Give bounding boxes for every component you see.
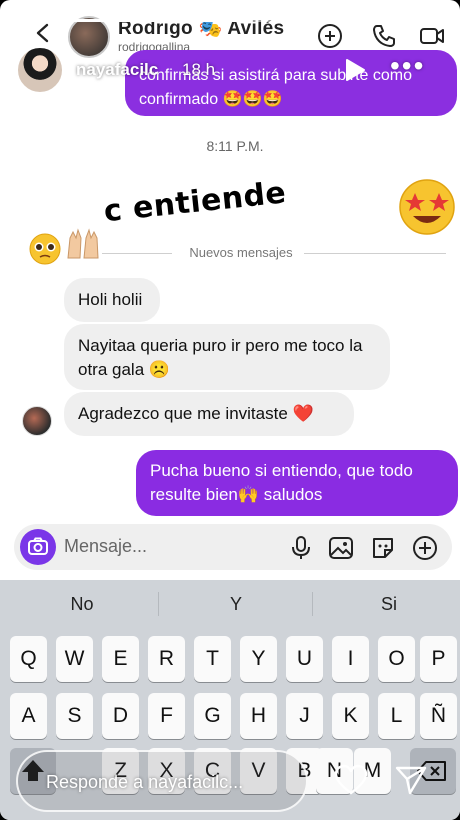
camera-button[interactable]: [20, 529, 56, 565]
key[interactable]: J: [286, 693, 323, 739]
message-timestamp: 8:11 P.M.: [206, 138, 264, 154]
story-reply-placeholder: Responde a nayafacilc...: [46, 772, 244, 792]
key[interactable]: T: [194, 636, 231, 682]
new-messages-label: Nuevos mensajes: [189, 245, 293, 260]
key[interactable]: I: [332, 636, 369, 682]
story-author-avatar[interactable]: [16, 46, 64, 94]
suggestion-item[interactable]: No: [42, 594, 122, 615]
key[interactable]: E: [102, 636, 139, 682]
suggestion-item[interactable]: Y: [196, 594, 276, 615]
message-bubble-outgoing[interactable]: Pucha bueno si entiendo, que todo result…: [136, 450, 458, 516]
story-reply-input[interactable]: Responde a nayafacilc...: [16, 750, 308, 812]
story-header: nayafacilc 18 h •••: [0, 46, 460, 96]
camera-icon: [28, 537, 48, 555]
play-icon[interactable]: [344, 58, 366, 82]
message-input[interactable]: Mensaje...: [64, 536, 147, 557]
key[interactable]: Y: [240, 636, 277, 682]
key[interactable]: R: [148, 636, 185, 682]
key[interactable]: F: [148, 693, 185, 739]
heart-icon[interactable]: [334, 764, 368, 796]
message-text: Agradezco que me invitaste ❤️: [78, 404, 314, 423]
key[interactable]: A: [10, 693, 47, 739]
more-options-icon[interactable]: •••: [390, 52, 426, 82]
key[interactable]: L: [378, 693, 415, 739]
key[interactable]: S: [56, 693, 93, 739]
story-sticker-text: c entiende: [96, 174, 294, 230]
divider-line: [304, 253, 446, 254]
key[interactable]: G: [194, 693, 231, 739]
key[interactable]: Ñ: [420, 693, 457, 739]
suggestion-separator: [158, 592, 159, 616]
suggestion-separator: [312, 592, 313, 616]
suggestion-item[interactable]: Si: [349, 594, 429, 615]
add-icon[interactable]: [412, 535, 438, 561]
key[interactable]: D: [102, 693, 139, 739]
back-arrow-icon[interactable]: [32, 22, 54, 44]
microphone-icon[interactable]: [288, 535, 314, 561]
key[interactable]: K: [332, 693, 369, 739]
key[interactable]: P: [420, 636, 457, 682]
key[interactable]: Q: [10, 636, 47, 682]
keyboard-suggestions: No Y Si: [0, 580, 460, 628]
story-author-name[interactable]: nayafacilc: [76, 60, 158, 80]
key[interactable]: W: [56, 636, 93, 682]
screen: Rodrigo 🎭 Avilés rodrigogallina confirma…: [0, 0, 460, 820]
message-text: Pucha bueno si entiendo, que todo result…: [150, 461, 413, 504]
story-progress-fill: [14, 19, 239, 22]
message-bubble-incoming[interactable]: Holi holii: [64, 278, 160, 322]
key[interactable]: H: [240, 693, 277, 739]
send-icon[interactable]: [394, 764, 428, 796]
message-text: Holi holii: [78, 290, 143, 309]
story-time: 18 h: [182, 60, 216, 79]
key[interactable]: O: [378, 636, 415, 682]
divider-line: [102, 253, 172, 254]
key[interactable]: U: [286, 636, 323, 682]
message-bubble-incoming[interactable]: Nayitaa queria puro ir pero me toco la o…: [64, 324, 390, 390]
story-progress-bar: [14, 19, 446, 22]
message-composer: Mensaje...: [14, 524, 452, 570]
star-struck-emoji-icon: [399, 179, 455, 235]
message-bubble-incoming[interactable]: Agradezco que me invitaste ❤️: [64, 392, 354, 436]
gallery-icon[interactable]: [328, 535, 354, 561]
new-messages-divider: Nuevos mensajes: [26, 245, 446, 261]
sticker-icon[interactable]: [370, 535, 396, 561]
message-text: Nayitaa queria puro ir pero me toco la o…: [78, 336, 363, 379]
sender-avatar[interactable]: [22, 406, 52, 436]
